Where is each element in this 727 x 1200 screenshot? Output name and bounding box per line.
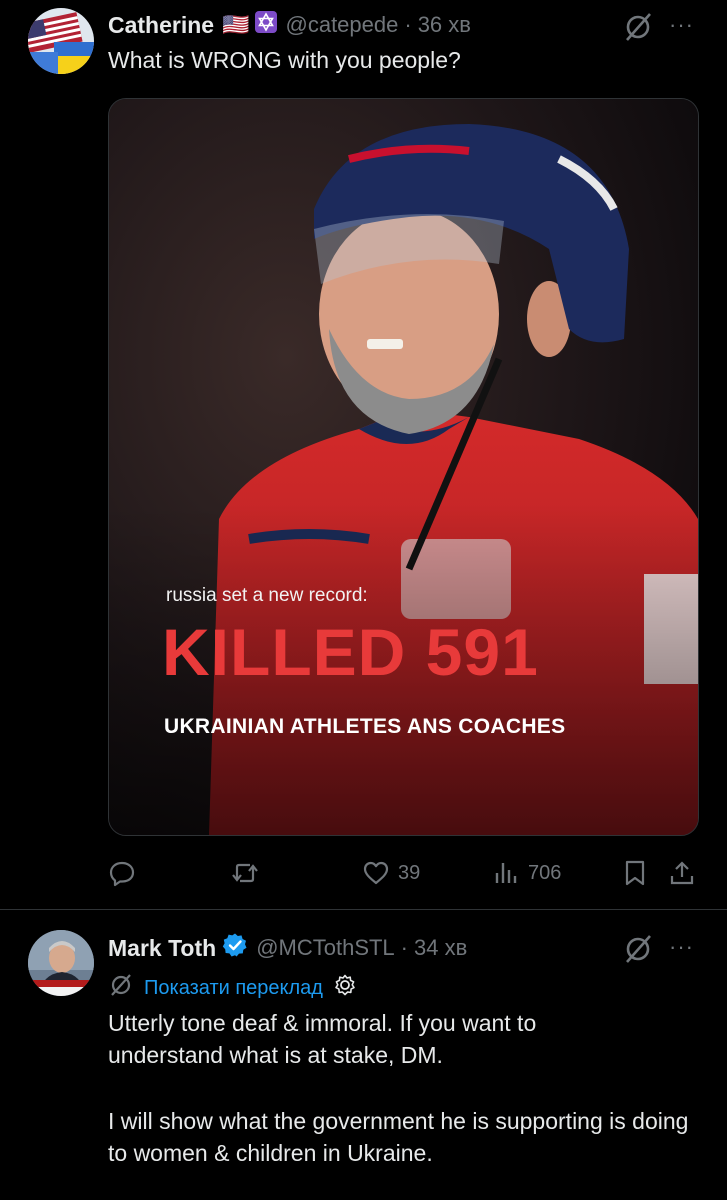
grok-icon[interactable] — [621, 10, 655, 44]
share-button[interactable] — [668, 859, 696, 887]
retweet-icon — [232, 863, 258, 883]
avatar[interactable] — [28, 930, 94, 996]
tweet-text-paragraph-2: I will show what the government he is su… — [108, 1108, 689, 1166]
media-subtitle: russia set a new record: — [166, 585, 368, 606]
media-headline: KILLED 591 — [162, 615, 539, 689]
separator-dot: · — [404, 12, 412, 37]
flag-emoji: 🇺🇸 — [222, 12, 250, 37]
tweet-time[interactable]: 36 хв — [418, 12, 471, 38]
tweet-header: Mark Toth @MCTothSTL · 34 хв — [108, 932, 467, 964]
retweet-button[interactable] — [230, 859, 268, 887]
avatar[interactable] — [28, 8, 94, 74]
reply-button[interactable] — [108, 859, 144, 887]
gear-icon[interactable] — [333, 973, 357, 1003]
tweet-text-paragraph-1: Utterly tone deaf & immoral. If you want… — [108, 1010, 537, 1068]
like-icon — [363, 861, 389, 885]
more-icon[interactable]: ··· — [669, 12, 694, 38]
more-icon[interactable]: ··· — [669, 934, 694, 960]
views-count: 706 — [528, 861, 562, 884]
bookmark-icon — [625, 860, 645, 886]
views-button[interactable]: 706 — [492, 859, 561, 887]
author-name[interactable]: Catherine — [108, 12, 214, 39]
tweet-media-image[interactable]: russia set a new record: KILLED 591 UKRA… — [108, 98, 699, 836]
like-count: 39 — [398, 861, 421, 884]
grok-translate-icon — [108, 972, 134, 1004]
tweet-time[interactable]: 34 хв — [414, 935, 467, 961]
separator-dot: · — [400, 935, 408, 960]
tweet-header: Catherine 🇺🇸 @catepede · 36 хв — [108, 10, 471, 40]
avatar-flag-image — [28, 8, 94, 74]
tweet-actions-bar: 39 706 — [108, 855, 698, 891]
avatar-photo — [28, 930, 94, 996]
author-handle[interactable]: @MCTothSTL — [256, 935, 394, 961]
bookmark-button[interactable] — [621, 859, 649, 887]
grok-icon[interactable] — [621, 932, 655, 966]
media-caption: UKRAINIAN ATHLETES ANS COACHES — [164, 715, 566, 738]
tweet-text: What is WRONG with you people? — [108, 47, 461, 73]
verified-icon — [222, 932, 248, 964]
author-name[interactable]: Mark Toth — [108, 935, 216, 962]
translate-post-link[interactable]: Показати переклад — [108, 972, 357, 1004]
translate-label[interactable]: Показати переклад — [144, 977, 323, 1000]
author-handle[interactable]: @catepede — [286, 12, 399, 38]
like-button[interactable]: 39 — [362, 859, 420, 887]
star-of-david-emoji — [254, 10, 278, 40]
share-icon — [670, 861, 694, 885]
views-icon — [495, 863, 517, 883]
reply-icon — [109, 861, 135, 887]
tweet-catherine: Catherine 🇺🇸 @catepede · 36 хв ··· What … — [0, 0, 727, 909]
